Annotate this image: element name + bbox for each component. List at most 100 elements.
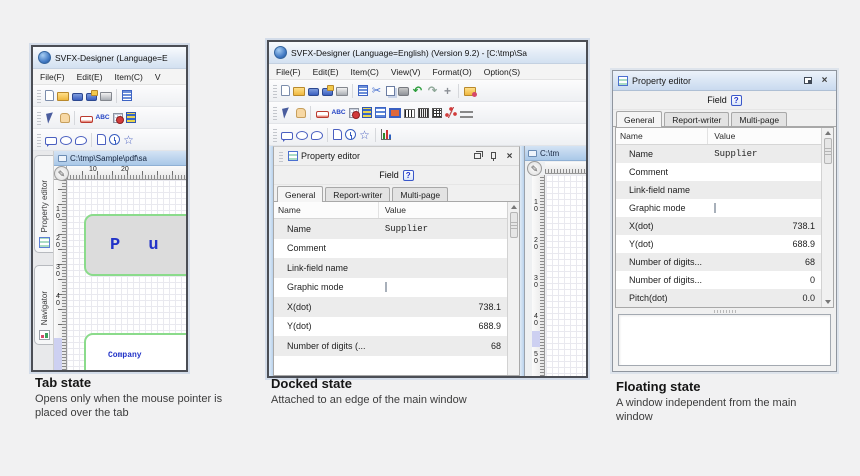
menu-format[interactable]: Format(O) (433, 67, 472, 77)
sidebar-tab-property-editor[interactable]: Property editor (34, 155, 53, 253)
field-tool-icon[interactable] (361, 107, 372, 118)
title-bar[interactable]: SVFX-Designer (Language=English) (Versio… (269, 42, 586, 64)
table-row[interactable]: Link-field name (616, 181, 821, 199)
multiline-tool-icon[interactable] (374, 107, 386, 118)
text-block-icon[interactable] (459, 109, 473, 118)
column-header-name[interactable]: Name (274, 202, 379, 218)
list-icon[interactable] (357, 85, 368, 96)
paste-icon[interactable] (397, 87, 409, 96)
toolbar-grip[interactable] (273, 127, 277, 142)
save-as-icon[interactable] (85, 90, 98, 101)
cursor-icon[interactable] (282, 107, 291, 119)
table-row[interactable]: X(dot) 738.1 (616, 217, 821, 235)
pin-button[interactable] (487, 150, 500, 162)
panel-header[interactable]: Property editor × (274, 147, 519, 166)
menu-item[interactable]: Item(C) (115, 72, 143, 82)
scroll-thumb[interactable] (509, 212, 518, 238)
help-button[interactable]: ? (730, 94, 742, 106)
menu-edit[interactable]: Edit(E) (77, 72, 103, 82)
thought-bubble-icon[interactable] (310, 130, 323, 140)
tab-report-writer[interactable]: Report-writer (325, 187, 391, 201)
star-icon[interactable] (123, 134, 135, 146)
column-header-value[interactable]: Value (379, 202, 507, 218)
new-file-icon[interactable] (44, 90, 54, 101)
dock-button[interactable] (801, 75, 814, 87)
rectangle-tool-icon[interactable] (315, 110, 329, 118)
clock-icon[interactable] (344, 129, 356, 140)
list-icon[interactable] (121, 90, 132, 101)
star-icon[interactable] (359, 129, 371, 141)
text-tool-icon[interactable]: ABC (332, 107, 346, 119)
tab-multi-page[interactable]: Multi-page (392, 187, 449, 201)
open-folder-icon[interactable] (292, 87, 305, 96)
title-bar[interactable]: SVFX-Designer (Language=E (33, 47, 186, 69)
rectangle-tool-icon[interactable] (79, 115, 93, 123)
sidebar-tab-navigator[interactable]: Navigator (34, 265, 53, 345)
redo-icon[interactable] (427, 85, 439, 97)
table-row[interactable]: Comment (616, 163, 821, 181)
barcode-2d-icon[interactable] (417, 108, 429, 118)
menu-edit[interactable]: Edit(E) (313, 67, 339, 77)
field-shape[interactable]: P u (84, 214, 186, 276)
qr-code-icon[interactable] (431, 108, 442, 118)
toolbar-grip[interactable] (273, 83, 277, 98)
hand-icon[interactable] (295, 108, 306, 118)
toolbar-grip[interactable] (37, 132, 41, 147)
text-tool-icon[interactable]: ABC (96, 112, 110, 124)
scroll-down-icon[interactable] (824, 300, 831, 304)
scroll-thumb[interactable] (823, 138, 832, 164)
barcode-icon[interactable] (403, 109, 415, 118)
print-icon[interactable] (335, 87, 348, 96)
menu-file[interactable]: File(F) (40, 72, 65, 82)
save-as-icon[interactable] (321, 85, 334, 96)
chart-icon[interactable] (380, 129, 391, 140)
table-tool-icon[interactable] (348, 108, 360, 119)
pencil-icon[interactable] (54, 166, 69, 181)
design-canvas[interactable] (546, 175, 586, 376)
scroll-up-icon[interactable] (510, 205, 517, 209)
tab-report-writer[interactable]: Report-writer (664, 112, 730, 126)
balloon-icon[interactable] (59, 135, 72, 145)
document-tab[interactable]: C:\tmp\Sample\pdf\sa (54, 151, 186, 166)
scroll-up-icon[interactable] (824, 131, 831, 135)
graphic-mode-checkbox[interactable] (714, 203, 717, 213)
table-row[interactable]: Name Supplier (616, 145, 821, 163)
menu-item[interactable]: Item(C) (351, 67, 379, 77)
hand-icon[interactable] (59, 113, 70, 123)
table-row[interactable]: Graphic mode (616, 199, 821, 217)
thought-bubble-icon[interactable] (74, 135, 87, 145)
field-tool-icon[interactable] (125, 112, 136, 123)
move-icon[interactable] (442, 85, 454, 97)
table-row[interactable]: Link-field name (274, 258, 507, 278)
panel-grip[interactable] (279, 150, 283, 162)
company-shape[interactable]: Company (84, 333, 186, 370)
note-icon[interactable] (332, 129, 342, 140)
copy-icon[interactable] (385, 85, 395, 96)
toolbar-grip[interactable] (37, 110, 41, 125)
new-file-icon[interactable] (280, 85, 290, 96)
polyline-icon[interactable] (444, 107, 457, 118)
open-folder-icon[interactable] (56, 92, 69, 101)
table-row[interactable]: Comment (274, 238, 507, 258)
menu-option[interactable]: Option(S) (484, 67, 520, 77)
restore-button[interactable] (471, 150, 484, 162)
table-row[interactable]: Y(dot) 688.9 (616, 235, 821, 253)
table-row[interactable]: Pitch(dot) 0.0 (616, 289, 821, 307)
pencil-icon[interactable] (527, 161, 542, 176)
table-row[interactable]: Number of digits... 0 (616, 271, 821, 289)
menu-file[interactable]: File(F) (276, 67, 301, 77)
table-row[interactable]: Y(dot) 688.9 (274, 316, 507, 336)
table-tool-icon[interactable] (112, 113, 124, 124)
save-icon[interactable] (307, 88, 319, 96)
menu-view[interactable]: V (155, 72, 161, 82)
table-row[interactable]: Name Supplier (274, 219, 507, 239)
print-icon[interactable] (99, 92, 112, 101)
graphic-mode-checkbox[interactable] (384, 282, 387, 293)
table-row[interactable]: Number of digits (... 68 (274, 336, 507, 356)
toolbar-grip[interactable] (273, 105, 277, 120)
clock-icon[interactable] (108, 134, 120, 145)
table-row[interactable]: Number of digits... 68 (616, 253, 821, 271)
close-button[interactable]: × (503, 150, 516, 162)
scrollbar[interactable] (821, 128, 833, 307)
scrollbar[interactable] (507, 202, 519, 375)
